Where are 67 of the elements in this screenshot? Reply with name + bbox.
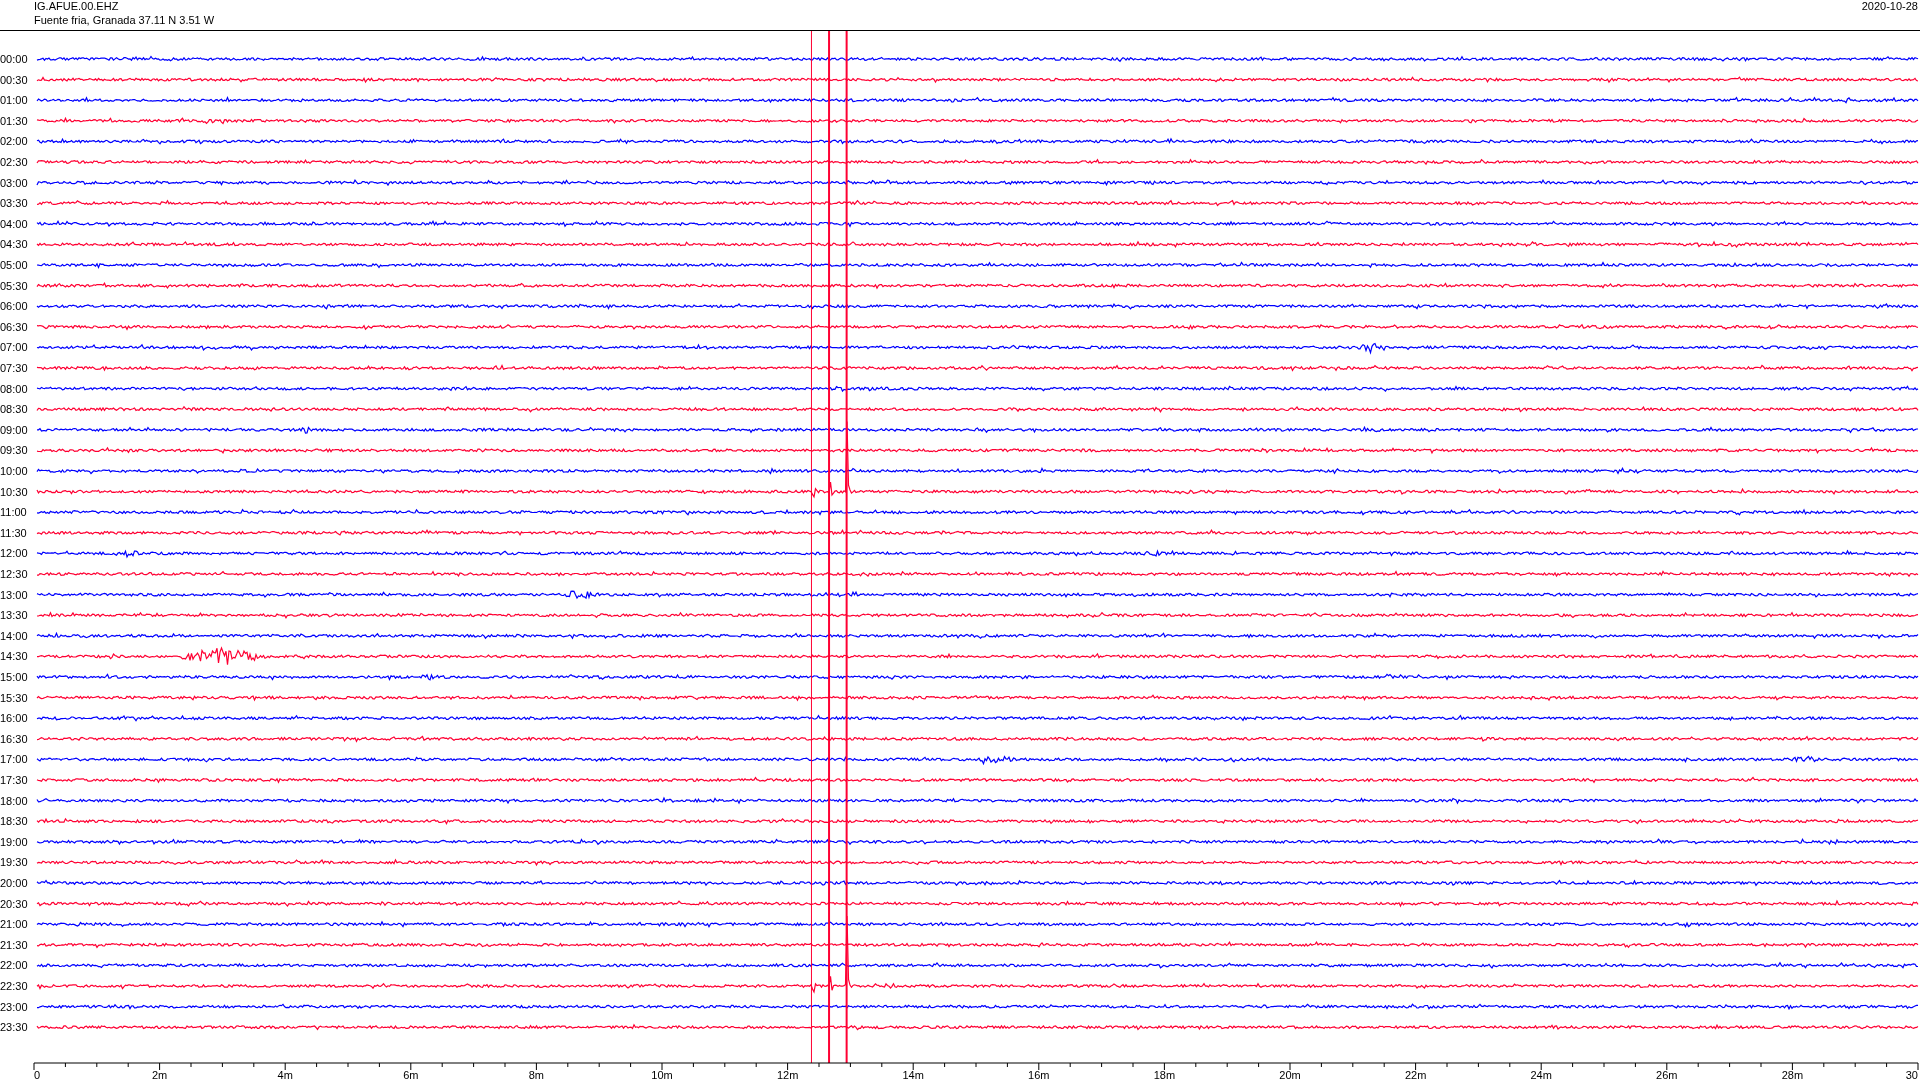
time-label: 07:00 <box>0 341 28 354</box>
time-label: 11:00 <box>0 506 27 519</box>
axis-tick-label: 26m <box>1656 1069 1678 1080</box>
time-label: 22:30 <box>0 980 28 992</box>
axis-tick-label: 22m <box>1404 1069 1427 1080</box>
axis-tick-label: 2m <box>151 1069 168 1080</box>
time-label: 09:30 <box>0 444 28 457</box>
time-label: 14:00 <box>0 629 28 642</box>
axis-tick-label: 18m <box>1153 1069 1176 1080</box>
time-label: 10:30 <box>0 485 28 498</box>
time-label: 11:30 <box>0 526 27 539</box>
time-label: 07:30 <box>0 362 28 374</box>
time-label: 06:30 <box>0 320 28 333</box>
time-label: 01:30 <box>0 114 28 127</box>
axis-tick-label: 6m <box>403 1069 419 1080</box>
time-label: 20:00 <box>0 877 28 889</box>
axis-tick-label: 16m <box>1028 1069 1050 1080</box>
time-label: 05:00 <box>0 259 28 271</box>
time-label: 23:30 <box>0 1021 28 1034</box>
time-label: 12:30 <box>0 568 28 580</box>
time-label: 21:30 <box>0 938 28 951</box>
axis-tick-label: 8m <box>528 1069 545 1080</box>
axis-tick-label: 14m <box>902 1069 924 1080</box>
time-label: 10:00 <box>0 465 28 477</box>
time-label: 21:00 <box>0 918 28 931</box>
time-label: 14:30 <box>0 650 28 663</box>
axis-tick-label: 20m <box>1279 1069 1301 1080</box>
time-label: 06:00 <box>0 300 28 313</box>
time-label: 16:00 <box>0 712 28 725</box>
time-label: 08:00 <box>0 382 28 395</box>
axis-tick-label: 12m <box>776 1069 799 1080</box>
time-label: 17:30 <box>0 774 28 786</box>
time-label: 00:00 <box>0 53 28 65</box>
time-label: 20:30 <box>0 897 28 910</box>
station-location: Fuente fria, Granada 37.11 N 3.51 W <box>34 14 215 26</box>
time-label: 13:30 <box>0 609 28 622</box>
time-label: 02:00 <box>0 135 28 148</box>
time-label: 04:30 <box>0 238 28 251</box>
time-label: 15:30 <box>0 691 28 704</box>
axis-tick-label: 30 <box>1905 1069 1918 1080</box>
time-label: 04:00 <box>0 217 28 230</box>
time-label: 13:00 <box>0 588 28 601</box>
time-label: 22:00 <box>0 959 28 972</box>
axis-tick-label: 24m <box>1530 1069 1552 1080</box>
time-label: 18:00 <box>0 794 28 807</box>
time-label: 23:00 <box>0 1000 28 1013</box>
time-label: 09:00 <box>0 423 28 436</box>
date-label: 2020-10-28 <box>1861 0 1918 12</box>
time-label: 03:30 <box>0 197 28 210</box>
time-label: 18:30 <box>0 815 28 828</box>
time-label: 19:30 <box>0 856 28 869</box>
time-label: 16:30 <box>0 732 28 745</box>
time-label: 19:00 <box>0 835 28 848</box>
station-code: IG.AFUE.00.EHZ <box>34 0 119 12</box>
axis-tick-label: 0 <box>34 1069 41 1080</box>
axis-tick-label: 10m <box>651 1069 673 1080</box>
time-label: 12:00 <box>0 547 28 560</box>
time-label: 08:30 <box>0 403 28 416</box>
time-label: 17:00 <box>0 753 28 766</box>
time-label: 05:30 <box>0 279 28 292</box>
time-label: 15:00 <box>0 671 28 683</box>
time-label: 00:30 <box>0 73 28 86</box>
axis-tick-label: 4m <box>277 1069 293 1080</box>
time-label: 02:30 <box>0 156 28 168</box>
time-label: 01:00 <box>0 94 28 107</box>
axis-tick-label: 28m <box>1781 1069 1804 1080</box>
time-label: 03:00 <box>0 176 28 189</box>
